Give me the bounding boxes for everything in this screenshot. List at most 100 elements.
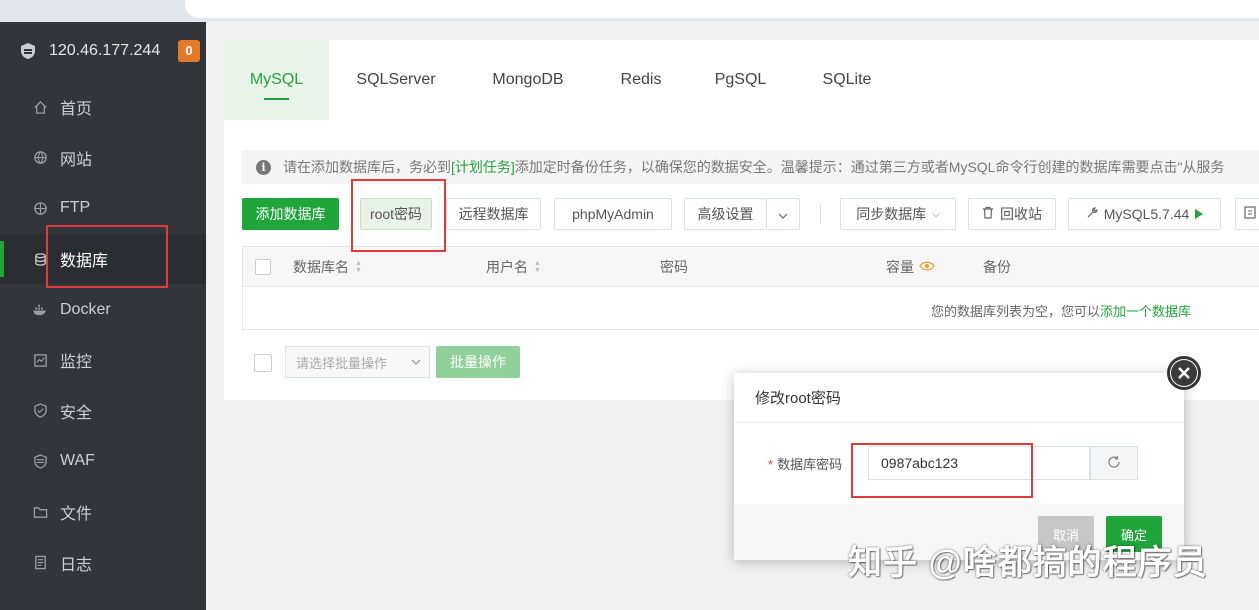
advanced-settings-dropdown[interactable] [766, 198, 800, 230]
column-label: 数据库名 [293, 259, 349, 275]
add-database-link[interactable]: 添加一个数据库 [1100, 304, 1191, 319]
sidebar: 120.46.177.244 0 首页 网站 FTP 数据库 Docker 监控 [0, 22, 206, 610]
tab-sqlserver[interactable]: SQLServer [329, 40, 463, 120]
ftp-icon [32, 200, 48, 216]
sort-icon: ▲ ▼ [534, 260, 541, 274]
tab-sqlite[interactable]: SQLite [792, 40, 902, 120]
sidebar-item-label: 文件 [60, 506, 93, 524]
empty-text: 您的数据库列表为空，您可以 [931, 304, 1101, 319]
sidebar-item-security[interactable]: 安全 [0, 386, 206, 437]
sidebar-item-logs[interactable]: 日志 [0, 537, 206, 588]
column-label: 备份 [983, 259, 1011, 275]
refresh-icon [1107, 455, 1121, 472]
play-icon [1195, 206, 1204, 222]
notice-schedule-link[interactable]: [计划任务] [451, 157, 515, 177]
address-bar[interactable] [185, 0, 1259, 18]
sidebar-item-waf[interactable]: WAF [0, 436, 206, 487]
tab-mysql[interactable]: MySQL [224, 40, 329, 120]
db-password-label-text: 数据库密码 [777, 457, 843, 472]
batch-actions: 请选择批量操作 批量操作 [254, 346, 554, 378]
wrench-icon [1086, 206, 1098, 222]
server-ip: 120.46.177.244 [49, 42, 161, 59]
folder-icon [32, 504, 48, 520]
database-table: 数据库名 ▲ ▼ 用户名 ▲ ▼ 密码 容量 备份 您的数据库列表为空，您可以添… [242, 246, 1259, 330]
browser-toolbar [0, 0, 1259, 22]
column-label: 用户名 [486, 259, 528, 275]
server-icon [18, 41, 38, 61]
advanced-settings-button[interactable]: 高级设置 [684, 198, 766, 230]
sidebar-item-label: 首页 [60, 101, 93, 119]
info-icon: i [256, 159, 271, 175]
column-label: 容量 [886, 259, 914, 275]
dialog-title: 修改root密码 [734, 373, 1184, 423]
edit-icon [1244, 206, 1257, 222]
tab-pgsql[interactable]: PgSQL [689, 40, 792, 120]
docker-icon [32, 302, 48, 318]
column-label: 密码 [660, 259, 688, 275]
sidebar-item-docker[interactable]: Docker [0, 284, 206, 335]
column-capacity: 容量 [886, 247, 935, 287]
notice-banner: i 请在添加数据库后，务必到 [计划任务] 添加定时备份任务，以确保您的数据安全… [242, 150, 1259, 184]
chevron-down-icon [411, 357, 421, 368]
sidebar-item-label: 日志 [60, 556, 93, 574]
eye-icon[interactable] [919, 259, 935, 275]
log-icon [32, 555, 48, 571]
sidebar-item-files[interactable]: 文件 [0, 487, 206, 538]
monitor-icon [32, 352, 48, 368]
edit-icon-button[interactable] [1235, 198, 1259, 230]
column-password: 密码 [660, 247, 688, 287]
sync-database-button[interactable]: 同步数据库 ⌵ [840, 198, 956, 230]
sidebar-item-label: 数据库 [60, 253, 109, 271]
trash-icon [982, 206, 994, 222]
sidebar-item-label: 网站 [60, 151, 93, 169]
column-username[interactable]: 用户名 ▲ ▼ [486, 247, 541, 287]
batch-select[interactable]: 请选择批量操作 [285, 346, 430, 378]
server-badge[interactable]: 0 [178, 40, 200, 62]
database-panel: i 请在添加数据库后，务必到 [计划任务] 添加定时备份任务，以确保您的数据安全… [224, 120, 1259, 400]
server-info: 120.46.177.244 0 [18, 40, 200, 62]
add-database-button[interactable]: 添加数据库 [242, 198, 339, 230]
sidebar-item-website[interactable]: 网站 [0, 133, 206, 184]
root-password-button[interactable]: root密码 [360, 198, 432, 230]
notice-suffix: 添加定时备份任务，以确保您的数据安全。温馨提示：通过第三方或者MySQL命令行创… [514, 159, 1225, 175]
mysql-version-button[interactable]: MySQL5.7.44 [1068, 198, 1221, 230]
sidebar-item-ftp[interactable]: FTP [0, 183, 206, 234]
toolbar-divider [820, 204, 821, 224]
notice-prefix: 请在添加数据库后，务必到 [283, 159, 451, 175]
remote-database-button[interactable]: 远程数据库 [446, 198, 541, 230]
tab-redis[interactable]: Redis [593, 40, 689, 120]
globe-icon [32, 150, 48, 166]
db-password-input[interactable]: 0987abc123 [868, 446, 1090, 480]
chevron-down-icon: ⌵ [932, 208, 940, 220]
close-icon[interactable] [1167, 356, 1201, 390]
column-db-name[interactable]: 数据库名 ▲ ▼ [293, 247, 362, 287]
generate-password-button[interactable] [1090, 446, 1138, 480]
sidebar-item-label: WAF [60, 452, 95, 470]
db-password-label: * 数据库密码 [768, 457, 843, 472]
sidebar-item-database[interactable]: 数据库 [0, 233, 206, 285]
recycle-bin-label: 回收站 [1000, 206, 1042, 222]
sync-database-label: 同步数据库 [856, 206, 927, 222]
root-password-dialog: 修改root密码 * 数据库密码 0987abc123 取消 确定 [734, 373, 1184, 560]
watermark: 知乎 @啥都搞的程序员 [848, 544, 1208, 582]
db-tabs: MySQL SQLServer MongoDB Redis PgSQL SQLi… [224, 40, 1259, 120]
home-icon [32, 99, 48, 115]
select-all-checkbox[interactable] [255, 247, 271, 287]
batch-select-placeholder: 请选择批量操作 [296, 355, 388, 371]
waf-icon [32, 453, 48, 469]
tab-mongodb[interactable]: MongoDB [463, 40, 593, 120]
batch-select-checkbox[interactable] [254, 354, 272, 372]
sidebar-item-monitor[interactable]: 监控 [0, 335, 206, 386]
sidebar-item-label: FTP [60, 199, 91, 217]
database-icon [32, 251, 48, 267]
chevron-down-icon [778, 206, 788, 222]
recycle-bin-button[interactable]: 回收站 [968, 198, 1056, 230]
empty-message: 您的数据库列表为空，您可以添加一个数据库 [931, 301, 1191, 320]
table-header: 数据库名 ▲ ▼ 用户名 ▲ ▼ 密码 容量 备份 [243, 247, 1259, 287]
batch-operation-button[interactable]: 批量操作 [436, 346, 520, 378]
phpmyadmin-button[interactable]: phpMyAdmin [554, 198, 672, 230]
sidebar-item-home[interactable]: 首页 [0, 82, 206, 133]
shield-icon [32, 403, 48, 419]
sort-icon: ▲ ▼ [355, 260, 362, 274]
sidebar-item-label: Docker [60, 300, 111, 318]
